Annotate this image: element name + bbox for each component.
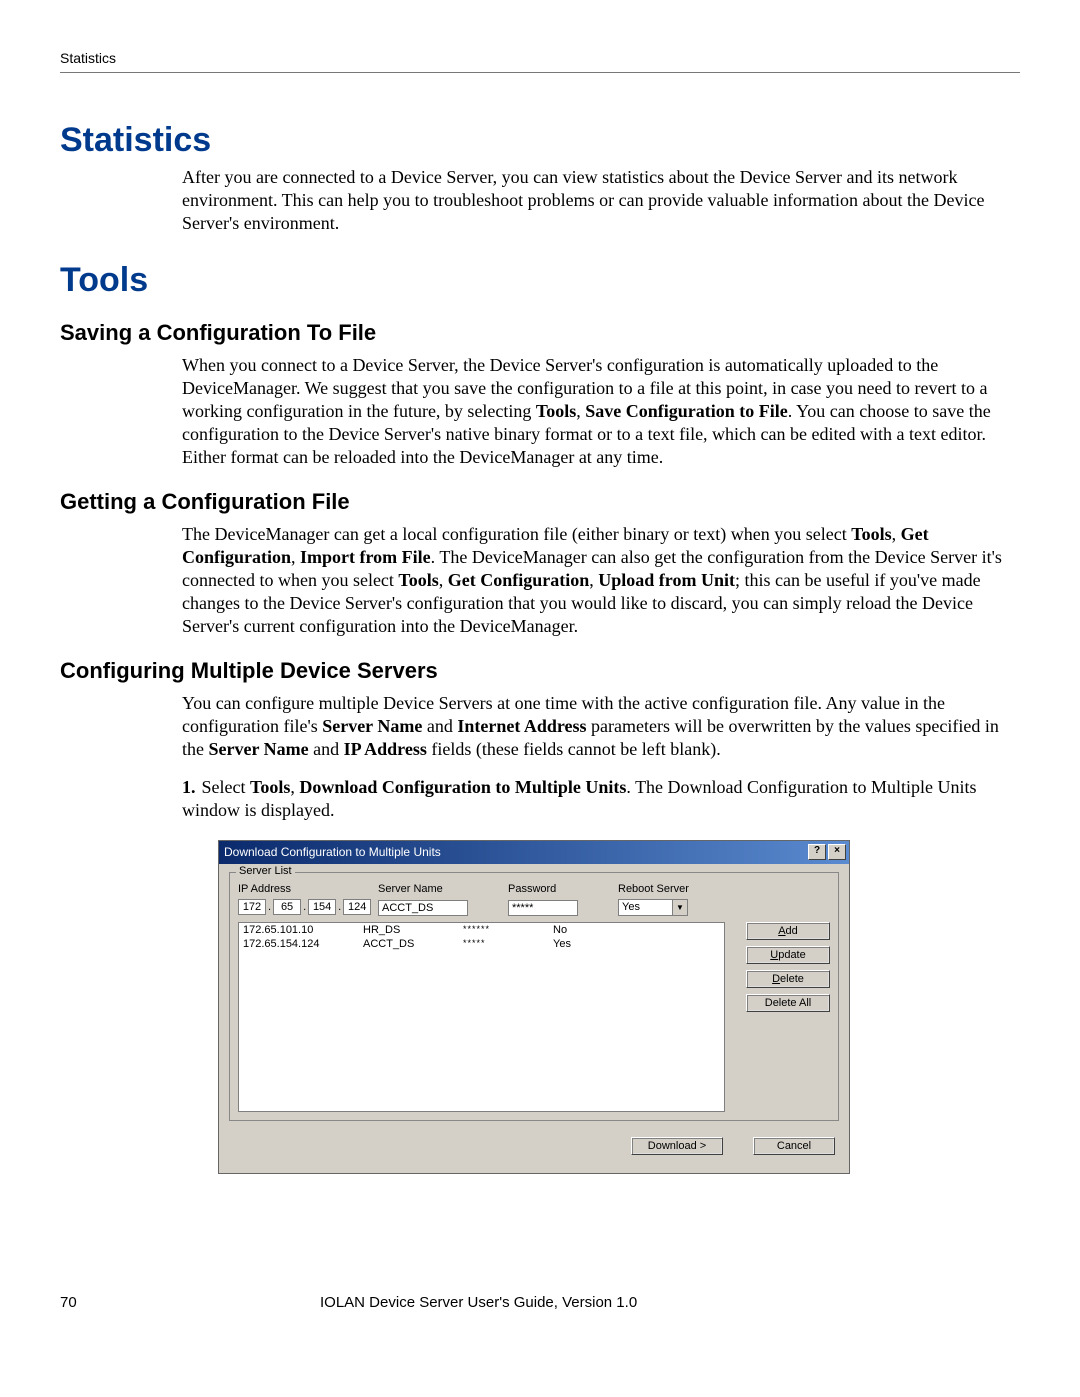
password-input[interactable] — [508, 900, 578, 916]
chevron-down-icon: ▼ — [672, 900, 687, 915]
multi-paragraph: You can configure multiple Device Server… — [182, 692, 1020, 761]
label-ip: IP Address — [238, 883, 378, 895]
delete-button[interactable]: Delete — [746, 970, 830, 988]
running-header: Statistics — [60, 50, 1020, 73]
heading-statistics: Statistics — [60, 121, 1020, 160]
groupbox-serverlist: Server List IP Address Server Name Passw… — [229, 872, 839, 1121]
list-item[interactable]: 172.65.154.124 ACCT_DS ***** Yes — [239, 937, 724, 951]
ip-octet-2[interactable] — [273, 899, 301, 915]
groupbox-legend: Server List — [236, 865, 295, 877]
add-button[interactable]: Add — [746, 922, 830, 940]
label-reboot: Reboot Server — [618, 883, 718, 895]
delete-all-button[interactable]: Delete All — [746, 994, 830, 1012]
heading-saving-config: Saving a Configuration To File — [60, 320, 1020, 346]
dialog-titlebar: Download Configuration to Multiple Units… — [219, 841, 849, 864]
page-number: 70 — [60, 1294, 180, 1311]
heading-multi-config: Configuring Multiple Device Servers — [60, 658, 1020, 684]
step-1: 1.Select Tools, Download Configuration t… — [182, 776, 1020, 823]
list-item[interactable]: 172.65.101.10 HR_DS ****** No — [239, 923, 724, 937]
getting-paragraph: The DeviceManager can get a local config… — [182, 523, 1020, 638]
page-footer: 70 IOLAN Device Server User's Guide, Ver… — [60, 1294, 1020, 1311]
ip-octet-1[interactable] — [238, 899, 266, 915]
close-icon[interactable]: × — [828, 844, 846, 860]
cancel-button[interactable]: Cancel — [753, 1137, 835, 1155]
label-server: Server Name — [378, 883, 508, 895]
ip-octet-4[interactable] — [343, 899, 371, 915]
dialog-title-text: Download Configuration to Multiple Units — [224, 845, 806, 859]
download-button[interactable]: Download > — [631, 1137, 723, 1155]
server-listbox[interactable]: 172.65.101.10 HR_DS ****** No 172.65.154… — [238, 922, 725, 1112]
heading-tools: Tools — [60, 261, 1020, 300]
dialog-download-config: Download Configuration to Multiple Units… — [218, 840, 850, 1174]
saving-paragraph: When you connect to a Device Server, the… — [182, 354, 1020, 469]
update-button[interactable]: Update — [746, 946, 830, 964]
statistics-paragraph: After you are connected to a Device Serv… — [182, 166, 1020, 235]
reboot-select[interactable]: Yes ▼ — [618, 899, 688, 916]
heading-getting-config: Getting a Configuration File — [60, 489, 1020, 515]
help-icon[interactable]: ? — [808, 844, 826, 860]
ip-octet-3[interactable] — [308, 899, 336, 915]
server-name-input[interactable] — [378, 900, 468, 916]
label-password: Password — [508, 883, 618, 895]
steps-list: 1.Select Tools, Download Configuration t… — [182, 776, 1020, 823]
footer-title: IOLAN Device Server User's Guide, Versio… — [180, 1294, 1020, 1311]
